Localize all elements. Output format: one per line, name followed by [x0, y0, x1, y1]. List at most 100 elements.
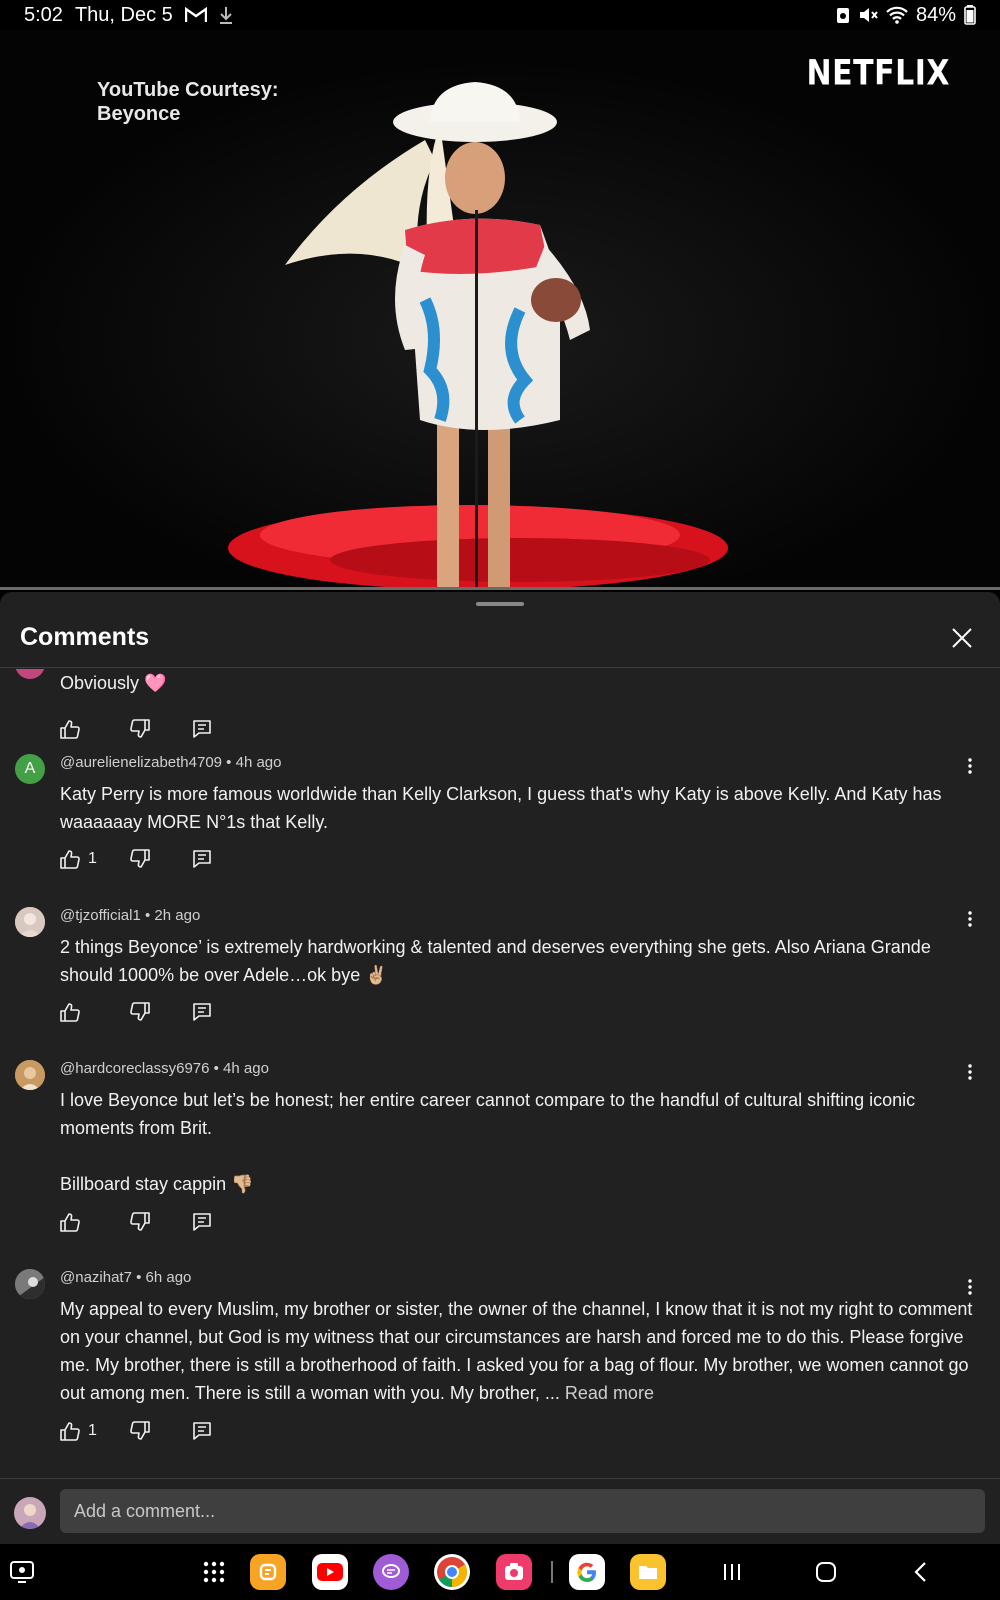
read-more-link[interactable]: Read more [565, 1383, 654, 1403]
video-player[interactable]: YouTube Courtesy: Beyonce NETFLIX [0, 30, 1000, 590]
comment-meta[interactable]: @tjzofficial1 • 2h ago [60, 907, 200, 924]
comment-meta[interactable]: @nazihat7 • 6h ago [60, 1269, 191, 1286]
thumbs-up-icon [60, 850, 80, 869]
comment-item: @hardcoreclassy6976 • 4h ago I love Beyo… [0, 1060, 1000, 1250]
reply-button[interactable] [192, 847, 212, 871]
add-comment-input[interactable] [60, 1489, 985, 1533]
comment-text: I love Beyonce but let’s be honest; her … [60, 1090, 916, 1138]
bixby-app[interactable] [250, 1554, 286, 1590]
video-progress-bar[interactable] [0, 587, 1000, 590]
video-courtesy-text: YouTube Courtesy: Beyonce [97, 78, 278, 126]
avatar[interactable] [15, 669, 45, 679]
more-vert-icon [968, 1279, 972, 1295]
thumbs-down-icon [130, 849, 150, 868]
screen-icon [10, 1561, 34, 1583]
comment-text-paragraph-2: Billboard stay cappin 👎🏼 [60, 1174, 254, 1194]
avatar-image [15, 1269, 45, 1299]
avatar[interactable] [15, 907, 45, 937]
more-vert-icon [968, 1064, 972, 1080]
comments-header: Comments [0, 608, 1000, 668]
close-icon [952, 627, 972, 648]
reply-button[interactable] [192, 1210, 212, 1234]
thumbs-down-icon [130, 719, 150, 738]
dislike-button[interactable] [130, 1210, 192, 1234]
video-brand-logo: NETFLIX [806, 53, 950, 94]
chrome-app-icon [434, 1554, 470, 1590]
dislike-button[interactable] [130, 717, 192, 741]
close-button[interactable] [944, 620, 980, 656]
files-app-icon [630, 1554, 666, 1590]
comment-item: @tjzofficial1 • 2h ago 2 things Beyonce’… [0, 907, 1000, 1037]
grid-apps-icon [203, 1561, 225, 1583]
comment-text: My appeal to every Muslim, my brother or… [60, 1299, 973, 1403]
google-app[interactable] [569, 1554, 605, 1590]
reply-button[interactable] [192, 717, 212, 741]
bixby-app-icon [250, 1554, 286, 1590]
like-button[interactable] [60, 1000, 130, 1024]
home-button[interactable] [808, 1554, 844, 1590]
status-time: 5:02 [24, 3, 63, 26]
comments-title: Comments [20, 623, 150, 651]
navigation-bar [0, 1544, 1000, 1600]
avatar-image [15, 907, 45, 937]
camera-app-icon [496, 1554, 532, 1590]
avatar[interactable] [15, 1269, 45, 1299]
thumbs-up-icon [60, 1422, 80, 1441]
reply-button[interactable] [192, 1419, 212, 1443]
like-button[interactable]: 1 [60, 1419, 130, 1443]
courtesy-line-1: YouTube Courtesy: [97, 79, 279, 101]
comment-meta[interactable]: @aurelienelizabeth4709 • 4h ago [60, 754, 281, 771]
comment-actions: 1 [60, 1419, 212, 1443]
files-app[interactable] [630, 1554, 666, 1590]
comment-text-container: My appeal to every Muslim, my brother or… [60, 1295, 980, 1407]
like-count: 1 [88, 850, 97, 867]
avatar[interactable]: A [15, 754, 45, 784]
chrome-app[interactable] [434, 1554, 470, 1590]
alarm-lock-icon [836, 6, 850, 24]
recents-button[interactable] [714, 1554, 750, 1590]
more-options-button[interactable] [960, 754, 980, 778]
google-app-icon [569, 1554, 605, 1590]
messages-app[interactable] [373, 1554, 409, 1590]
user-avatar-image [14, 1497, 46, 1529]
youtube-app[interactable] [312, 1554, 348, 1590]
comment-meta[interactable]: @hardcoreclassy6976 • 4h ago [60, 1060, 269, 1077]
camera-app[interactable] [496, 1554, 532, 1590]
home-icon [816, 1562, 836, 1582]
wifi-icon [886, 6, 908, 24]
gmail-icon [184, 7, 207, 23]
like-button[interactable]: 1 [60, 847, 130, 871]
reply-button[interactable] [192, 1000, 212, 1024]
thumbs-down-icon [130, 1002, 150, 1021]
back-button[interactable] [902, 1554, 938, 1590]
avatar[interactable] [15, 1060, 45, 1090]
comment-actions [60, 1000, 212, 1024]
comment-item: A @aurelienelizabeth4709 • 4h ago Katy P… [0, 754, 1000, 884]
dislike-button[interactable] [130, 1419, 192, 1443]
recent-apps-shortcut[interactable] [4, 1554, 40, 1590]
like-button[interactable] [60, 1210, 130, 1234]
thumbs-down-icon [130, 1421, 150, 1440]
reply-icon [193, 1213, 211, 1231]
like-button[interactable] [60, 717, 130, 741]
comment-text: Obviously 🩷 [60, 673, 167, 693]
dislike-button[interactable] [130, 847, 192, 871]
battery-percent: 84% [915, 3, 956, 26]
comments-list[interactable]: Obviously 🩷 A @aurelienelizabeth4709 • 4… [0, 669, 1000, 1478]
app-drawer-button[interactable] [196, 1554, 232, 1590]
recents-icon [724, 1564, 740, 1580]
like-count: 1 [88, 1422, 97, 1439]
dislike-button[interactable] [130, 1000, 192, 1024]
comments-panel: Comments Obviously 🩷 A @aurelienelizabet… [0, 592, 1000, 1478]
more-vert-icon [968, 758, 972, 774]
user-avatar[interactable] [14, 1497, 46, 1529]
battery-icon [964, 5, 976, 25]
messages-app-icon [373, 1554, 409, 1590]
drag-handle[interactable] [476, 602, 524, 606]
more-options-button[interactable] [960, 907, 980, 931]
thumbs-up-icon [60, 1003, 80, 1022]
reply-icon [193, 850, 211, 868]
more-options-button[interactable] [960, 1060, 980, 1084]
status-bar: 5:02 Thu, Dec 5 84% [0, 0, 1000, 30]
thumbs-up-icon [60, 720, 80, 739]
